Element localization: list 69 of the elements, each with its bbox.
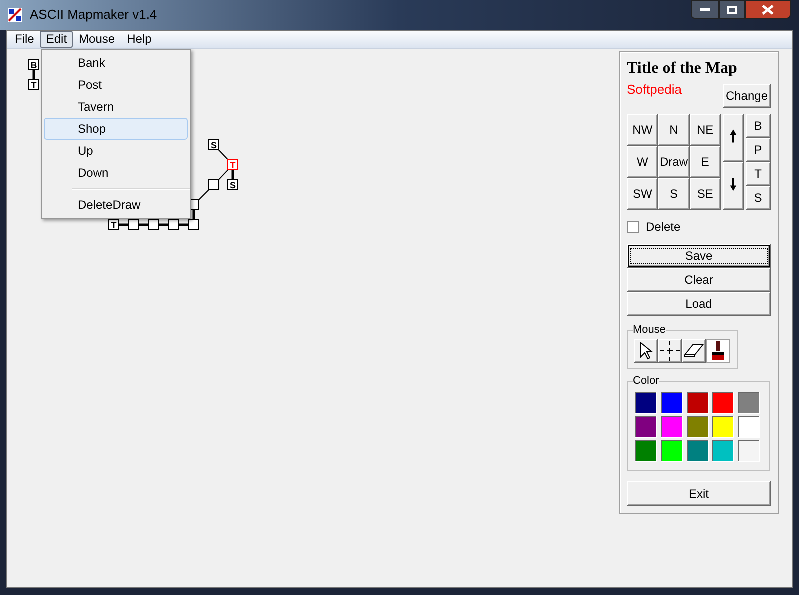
eraser-icon	[684, 343, 704, 359]
crosshair-icon	[660, 341, 680, 361]
maximize-icon	[727, 6, 737, 14]
dropdown-item[interactable]: Bank	[44, 52, 188, 74]
close-icon	[762, 4, 774, 14]
map-name: Softpedia	[627, 81, 682, 99]
up-button[interactable]: 🠕	[722, 114, 744, 162]
map-room: T	[28, 80, 40, 90]
map-title-heading: Title of the Map	[627, 60, 738, 78]
exit-button[interactable]: Exit	[627, 481, 771, 506]
map-room: B	[28, 60, 40, 70]
place-button[interactable]: P	[746, 138, 771, 162]
map-room: S	[208, 140, 220, 150]
change-button[interactable]: Change	[723, 84, 771, 108]
delete-checkbox[interactable]	[627, 221, 639, 233]
maximize-button[interactable]	[719, 0, 745, 19]
color-swatch[interactable]	[660, 440, 683, 462]
mouse-tool-button[interactable]	[706, 339, 730, 363]
brush-icon	[711, 341, 725, 361]
app-icon	[8, 8, 22, 22]
direction-button[interactable]: S	[658, 178, 690, 210]
direction-button[interactable]: SE	[690, 178, 721, 210]
action-button[interactable]: Clear	[627, 268, 771, 292]
dropdown-item[interactable]: Shop	[44, 118, 188, 140]
down-button[interactable]: 🠗	[722, 162, 744, 210]
color-swatch[interactable]	[738, 440, 760, 462]
color-swatch[interactable]	[660, 392, 683, 414]
place-button[interactable]: S	[746, 186, 771, 210]
color-swatch[interactable]	[738, 416, 760, 438]
action-button[interactable]: Save	[627, 244, 771, 268]
color-swatch[interactable]	[712, 440, 734, 462]
color-swatch[interactable]	[660, 416, 683, 438]
dropdown-item[interactable]: Tavern	[44, 96, 188, 118]
direction-button[interactable]: W	[627, 146, 658, 178]
dropdown-item[interactable]: DeleteDraw	[44, 194, 188, 216]
place-button[interactable]: T	[746, 162, 771, 186]
map-room: S	[228, 180, 238, 190]
dropdown-item[interactable]: Post	[44, 74, 188, 96]
color-swatch[interactable]	[738, 392, 760, 414]
color-swatch[interactable]	[686, 440, 709, 462]
color-swatch[interactable]	[635, 392, 657, 414]
place-button[interactable]: B	[746, 114, 771, 138]
color-swatch[interactable]	[635, 440, 657, 462]
color-swatch[interactable]	[686, 416, 709, 438]
menu-item[interactable]: Mouse	[73, 31, 122, 48]
map-room: T	[228, 160, 238, 170]
menu-item[interactable]: Edit	[40, 31, 74, 48]
color-swatch[interactable]	[635, 416, 657, 438]
dropdown-item[interactable]: Up	[44, 140, 188, 162]
color-swatch[interactable]	[712, 416, 734, 438]
minimize-icon	[700, 8, 710, 12]
close-button[interactable]	[745, 0, 791, 19]
direction-button[interactable]: NW	[627, 114, 658, 146]
minimize-button[interactable]	[691, 0, 719, 19]
direction-button[interactable]: N	[658, 114, 690, 146]
color-swatch[interactable]	[712, 392, 734, 414]
direction-button[interactable]: SW	[627, 178, 658, 210]
direction-button[interactable]: NE	[690, 114, 721, 146]
delete-label: Delete	[646, 219, 681, 236]
direction-button[interactable]: E	[690, 146, 721, 178]
dropdown-item[interactable]: Down	[44, 162, 188, 184]
menu-item[interactable]: File	[9, 31, 40, 48]
pointer-icon	[639, 342, 653, 360]
menu-item[interactable]: Help	[121, 31, 158, 48]
map-room: T	[108, 220, 120, 230]
window-title: ASCII Mapmaker v1.4	[30, 6, 158, 24]
direction-button[interactable]: Draw	[658, 146, 690, 178]
action-button[interactable]: Load	[627, 292, 771, 316]
color-swatch[interactable]	[686, 392, 709, 414]
